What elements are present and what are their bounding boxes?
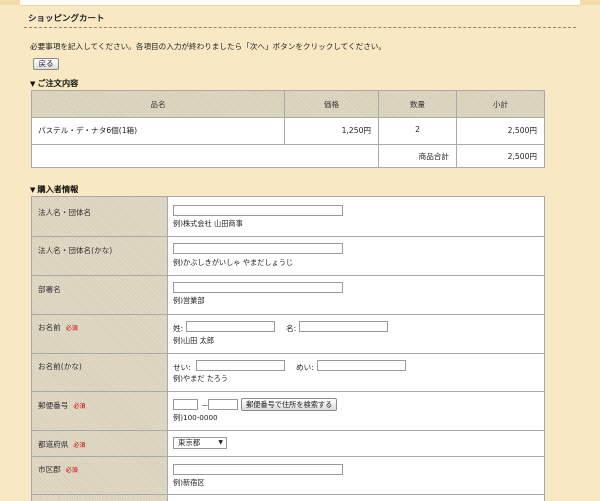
page-title: ショッピングカート [28,14,105,24]
postal-code-part1-input[interactable] [173,399,198,410]
city-label: 市区郡 必須 [38,464,78,475]
item-quantity: 2 [415,125,420,134]
order-section-heading: ▼ ご注文内容 [30,77,78,89]
prefecture-label-text: 都道府県 [38,440,69,449]
name-example: 例)山田 太郎 [173,336,215,345]
first-name-label: 名: [286,324,297,333]
column-header-qty: 数量 [409,100,426,109]
buyer-heading-label: 購入者情報 [37,184,79,194]
city-label-text: 市区郡 [38,465,61,474]
company-example: 例)株式会社 山田商事 [173,219,243,228]
last-name-input[interactable] [186,321,275,332]
first-name-kana-label: めい: [296,363,314,372]
company-kana-input[interactable] [173,243,343,254]
postal-search-button[interactable]: 郵便番号で住所を検索する [241,398,338,411]
back-button[interactable]: 戻る [33,58,59,70]
department-example: 例)営業部 [173,296,205,305]
item-subtotal: 2,500円 [507,126,537,135]
title-divider [24,27,576,28]
last-name-label: 姓: [173,324,184,333]
postal-label-text: 郵便番号 [38,401,69,410]
name-label-text: お名前 [38,323,61,332]
item-price: 1,250円 [341,126,371,135]
column-header-name: 品名 [150,100,166,109]
required-badge: 必須 [73,403,86,410]
triangle-down-icon: ▼ [30,186,36,194]
name-kana-example: 例)やまだ たろう [173,374,228,383]
prefecture-select[interactable]: 東京都 ▼ [173,437,227,449]
column-header-price: 価格 [323,100,340,109]
buyer-form: 法人名・団体名 例)株式会社 山田商事 法人名・団体名(かな) 例)かぶしきがい… [31,196,545,501]
total-label: 商品合計 [418,152,449,161]
last-name-kana-input[interactable] [196,360,285,371]
department-label: 部署名 [38,285,61,294]
name-kana-label: お名前(かな) [38,362,82,371]
postal-code-part2-input[interactable] [208,399,238,410]
top-band [0,0,600,6]
order-heading-label: ご注文内容 [37,78,79,88]
required-badge: 必須 [65,325,78,332]
required-badge: 必須 [73,442,86,449]
postal-example: 例)100-0000 [173,413,218,422]
chevron-down-icon: ▼ [218,439,223,446]
instructions-text: 必要事項を記入してください。各項目の入力が終わりましたら「次へ」ボタンをクリック… [30,42,386,51]
first-name-input[interactable] [299,321,388,332]
prefecture-label: 都道府県 必須 [38,439,85,450]
required-badge: 必須 [65,467,78,474]
city-example: 例)新宿区 [173,478,205,487]
company-label: 法人名・団体名 [38,208,92,217]
department-input[interactable] [173,282,343,293]
postal-label: 郵便番号 必須 [38,400,85,411]
last-name-kana-label: せい: [173,363,191,372]
order-table: 品名 価格 数量 小計 パステル・デ・ナタ6個(1箱) 1,250円 2 2,5… [31,90,545,168]
first-name-kana-input[interactable] [317,360,406,371]
company-kana-label: 法人名・団体名(かな) [38,246,113,255]
triangle-down-icon: ▼ [30,80,36,88]
company-input[interactable] [173,205,343,216]
buyer-section-heading: ▼ 購入者情報 [30,183,78,195]
city-input[interactable] [173,464,343,475]
company-kana-example: 例)かぶしきがいしゃ やまだしょうじ [173,258,294,267]
name-label: お名前 必須 [38,322,78,333]
total-value: 2,500円 [507,152,537,161]
prefecture-selected-value: 東京都 [178,438,201,447]
column-header-subtotal: 小計 [492,100,509,109]
item-name: パステル・デ・ナタ6個(1箱) [38,126,138,135]
